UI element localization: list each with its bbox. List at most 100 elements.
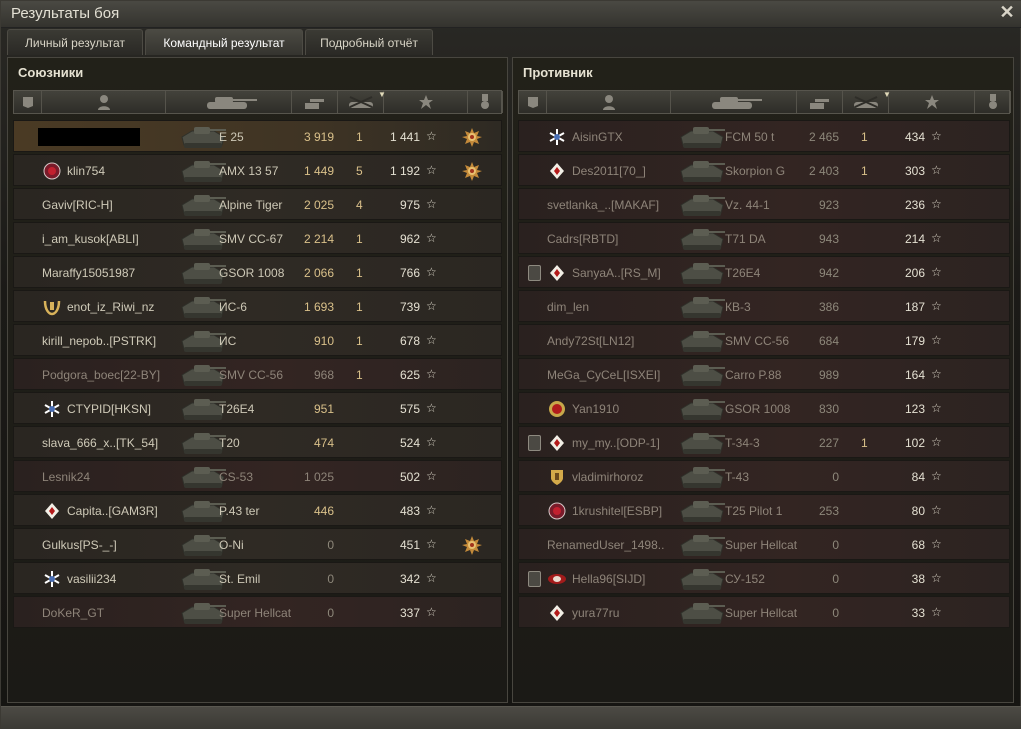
table-row[interactable]: vasilii234 St. Emil 0 342 ☆	[13, 562, 502, 594]
player-name[interactable]: Cadrs[RBTD]	[547, 232, 618, 246]
xp-star-icon: ☆	[931, 401, 942, 415]
player-name[interactable]: vladimirhoroz	[572, 470, 643, 484]
tab-personal-result[interactable]: Личный результат	[7, 29, 143, 55]
column-header-damage[interactable]	[797, 91, 843, 113]
player-name[interactable]: RenamedUser_1498..	[547, 538, 664, 552]
player-name[interactable]: DoKeR_GT	[42, 606, 104, 620]
medal-icon[interactable]	[462, 161, 482, 181]
table-row[interactable]: klin754 AMX 13 57 1 449 5 1 192 ☆	[13, 154, 502, 186]
table-row[interactable]: AisinGTX FCM 50 t 2 465 1 434 ☆	[518, 120, 1010, 152]
table-row[interactable]: CTYPID[HKSN] T26E4 951 575 ☆	[13, 392, 502, 424]
player-name[interactable]: Podgora_boec[22-BY]	[42, 368, 160, 382]
player-name[interactable]: 1krushitel[ESBP]	[572, 504, 662, 518]
column-header-xp[interactable]: ▼	[883, 90, 975, 113]
table-row[interactable]: 1krushitel[ESBP] T25 Pilot 1 253 80 ☆	[518, 494, 1010, 526]
medal-column-icon	[479, 94, 491, 110]
column-header-squad[interactable]	[519, 91, 547, 113]
xp-star-icon: ☆	[426, 503, 437, 517]
tank-name: O-Ni	[219, 538, 244, 552]
table-row[interactable]: Des2011[70_] Skorpion G 2 403 1 303 ☆	[518, 154, 1010, 186]
table-row[interactable]: dim_len КВ-3 386 187 ☆	[518, 290, 1010, 322]
player-name[interactable]: dim_len	[547, 300, 589, 314]
table-row[interactable]: Gulkus[PS-_-] O-Ni 0 451 ☆	[13, 528, 502, 560]
player-name[interactable]: Gaviv[RIC-H]	[42, 198, 113, 212]
player-name[interactable]: Maraffy15051987	[42, 266, 135, 280]
table-row[interactable]: Podgora_boec[22-BY] SMV CC-56 968 1 625 ☆	[13, 358, 502, 390]
sort-indicator-icon: ▼	[883, 90, 891, 99]
column-header-medal[interactable]	[975, 91, 1011, 113]
tank-column-icon	[199, 94, 259, 110]
table-row[interactable]: Lesnik24 CS-53 1 025 502 ☆	[13, 460, 502, 492]
player-name[interactable]: Gulkus[PS-_-]	[42, 538, 117, 552]
table-row[interactable]: MeGa_CyCeL[ISXEI] Carro P.88 989 164 ☆	[518, 358, 1010, 390]
column-header-squad[interactable]	[14, 91, 42, 113]
column-header-player[interactable]	[42, 91, 166, 113]
table-row[interactable]: slava_666_x..[TK_54] T20 474 524 ☆	[13, 426, 502, 458]
player-name[interactable]: MeGa_CyCeL[ISXEI]	[547, 368, 660, 382]
table-row[interactable]: Cadrs[RBTD] T71 DA 943 214 ☆	[518, 222, 1010, 254]
player-name[interactable]: Andy72St[LN12]	[547, 334, 634, 348]
table-row[interactable]: Maraffy15051987 GSOR 1008 2 066 1 766 ☆	[13, 256, 502, 288]
player-name[interactable]: CTYPID[HKSN]	[67, 402, 151, 416]
table-row[interactable]: SanyaA..[RS_M] T26E4 942 206 ☆	[518, 256, 1010, 288]
xp-star-icon: ☆	[426, 231, 437, 245]
column-header-medal[interactable]	[468, 91, 503, 113]
player-name[interactable]: vasilii234	[67, 572, 116, 586]
player-name[interactable]: AisinGTX	[572, 130, 623, 144]
player-name[interactable]: yura77ru	[572, 606, 619, 620]
table-row[interactable]: enot_iz_Riwi_nz ИС-6 1 693 1 739 ☆	[13, 290, 502, 322]
tank-name: Skorpion G	[725, 164, 786, 178]
player-name[interactable]: svetlanka_..[MAKAF]	[547, 198, 659, 212]
column-header-tank[interactable]	[166, 91, 292, 113]
player-name[interactable]: klin754	[67, 164, 105, 178]
player-name[interactable]: Yan1910	[572, 402, 619, 416]
player-name[interactable]: slava_666_x..[TK_54]	[42, 436, 158, 450]
squad-column-icon	[526, 95, 540, 109]
close-icon[interactable]: ✕	[998, 3, 1016, 21]
damage-value: 0	[327, 538, 334, 552]
player-name[interactable]: enot_iz_Riwi_nz	[67, 300, 154, 314]
tank-name: CS-53	[219, 470, 254, 484]
table-row[interactable]: E 25 3 919 1 1 441 ☆	[13, 120, 502, 152]
table-row[interactable]: svetlanka_..[MAKAF] Vz. 44-1 923 236 ☆	[518, 188, 1010, 220]
medal-icon[interactable]	[462, 535, 482, 555]
column-header-damage[interactable]	[292, 91, 338, 113]
table-row[interactable]: Andy72St[LN12] SMV CC-56 684 179 ☆	[518, 324, 1010, 356]
tab-team-result[interactable]: Командный результат	[145, 29, 303, 55]
table-row[interactable]: Gaviv[RIC-H] Alpine Tiger 2 025 4 975 ☆	[13, 188, 502, 220]
column-header-tank[interactable]	[671, 91, 797, 113]
tank-name: SMV CC-67	[219, 232, 284, 246]
xp-star-icon: ☆	[931, 265, 942, 279]
medal-column-icon	[987, 94, 999, 110]
player-name[interactable]: Des2011[70_]	[572, 164, 646, 178]
table-row[interactable]: vladimirhoroz T-43 0 84 ☆	[518, 460, 1010, 492]
table-row[interactable]: my_my..[ODP-1] T-34-3 227 1 102 ☆	[518, 426, 1010, 458]
player-name[interactable]: kirill_nepob..[PSTRK]	[42, 334, 156, 348]
table-row[interactable]: kirill_nepob..[PSTRK] ИС 910 1 678 ☆	[13, 324, 502, 356]
player-name[interactable]: my_my..[ODP-1]	[572, 436, 660, 450]
damage-value: 910	[313, 334, 334, 348]
player-name[interactable]: i_am_kusok[ABLI]	[42, 232, 139, 246]
table-row[interactable]: yura77ru Super Hellcat 0 33 ☆	[518, 596, 1010, 628]
damage-value: 989	[818, 368, 839, 382]
column-header-xp[interactable]: ▼	[378, 90, 468, 113]
player-name[interactable]: Hella96[SIJD]	[572, 572, 645, 586]
tank-name: E 25	[219, 130, 244, 144]
table-row[interactable]: Yan1910 GSOR 1008 830 123 ☆	[518, 392, 1010, 424]
xp-star-icon: ☆	[426, 571, 437, 585]
table-row[interactable]: RenamedUser_1498.. Super Hellcat 0 68 ☆	[518, 528, 1010, 560]
player-name[interactable]: SanyaA..[RS_M]	[572, 266, 661, 280]
damage-value: 0	[327, 606, 334, 620]
table-row[interactable]: Hella96[SIJD] СУ-152 0 38 ☆	[518, 562, 1010, 594]
medal-icon[interactable]	[462, 127, 482, 147]
tab-detailed-report[interactable]: Подробный отчёт	[305, 29, 433, 55]
damage-value: 2 066	[303, 266, 334, 280]
player-name[interactable]: Lesnik24	[42, 470, 90, 484]
table-row[interactable]: DoKeR_GT Super Hellcat 0 337 ☆	[13, 596, 502, 628]
column-header-player[interactable]	[547, 91, 671, 113]
red-diamond-icon	[547, 161, 567, 181]
table-row[interactable]: i_am_kusok[ABLI] SMV CC-67 2 214 1 962 ☆	[13, 222, 502, 254]
table-row[interactable]: Capita..[GAM3R] P.43 ter 446 483 ☆	[13, 494, 502, 526]
player-name[interactable]: Capita..[GAM3R]	[67, 504, 158, 518]
damage-value: 2 465	[808, 130, 839, 144]
